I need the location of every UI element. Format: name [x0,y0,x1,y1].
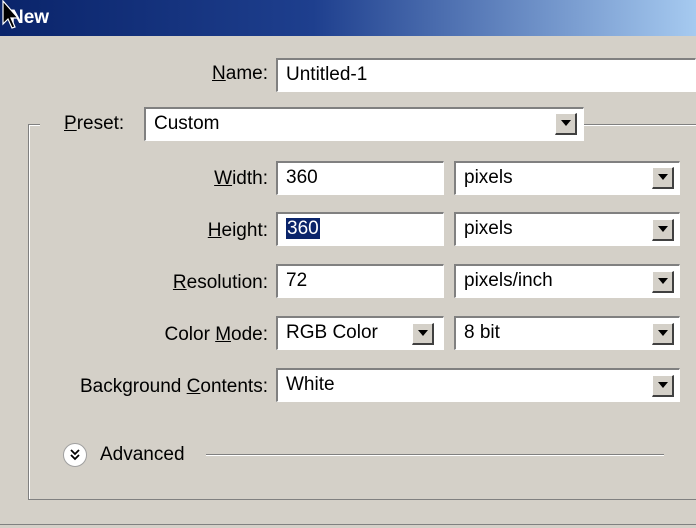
name-label: Name: [212,63,268,84]
chevron-double-down-icon [70,449,80,461]
advanced-toggle-button[interactable] [63,443,87,467]
height-selected-text: 360 [286,218,320,239]
background-contents-select[interactable]: White [276,368,680,402]
background-contents-label: Background Contents: [79,376,268,397]
dropdown-arrow-icon [561,120,571,126]
dropdown-arrow-icon [658,226,668,232]
dialog-bottom-edge [0,524,696,525]
title-bar[interactable]: New [0,0,696,36]
dropdown-arrow-icon [418,330,428,336]
bit-depth-select[interactable]: 8 bit [454,316,680,350]
width-input[interactable]: 360 [276,161,444,195]
dropdown-arrow-icon [658,330,668,336]
color-mode-label: Color Mode: [164,324,269,345]
color-mode-dropdown-button[interactable] [412,323,434,345]
preset-dropdown-button[interactable] [555,113,577,135]
width-unit-select[interactable]: pixels [454,161,680,195]
bit-depth-dropdown-button[interactable] [652,323,674,345]
height-unit-select[interactable]: pixels [454,212,680,246]
height-unit-dropdown-button[interactable] [652,219,674,241]
resolution-label: Resolution: [172,272,268,293]
resolution-input[interactable]: 72 [276,264,444,298]
advanced-separator [206,454,664,456]
height-input[interactable]: 360 [276,212,444,246]
advanced-label[interactable]: Advanced [100,444,185,466]
background-contents-dropdown-button[interactable] [652,375,674,397]
resolution-unit-dropdown-button[interactable] [652,271,674,293]
preset-select[interactable]: Custom [144,107,584,141]
resolution-unit-select[interactable]: pixels/inch [454,264,680,298]
name-input[interactable]: Untitled-1 [276,58,696,92]
dropdown-arrow-icon [658,174,668,180]
dropdown-arrow-icon [658,278,668,284]
width-unit-dropdown-button[interactable] [652,167,674,189]
cursor-arrow-icon [2,0,20,29]
height-label: Height: [207,220,268,241]
width-label: Width: [214,168,268,189]
dropdown-arrow-icon [658,382,668,388]
